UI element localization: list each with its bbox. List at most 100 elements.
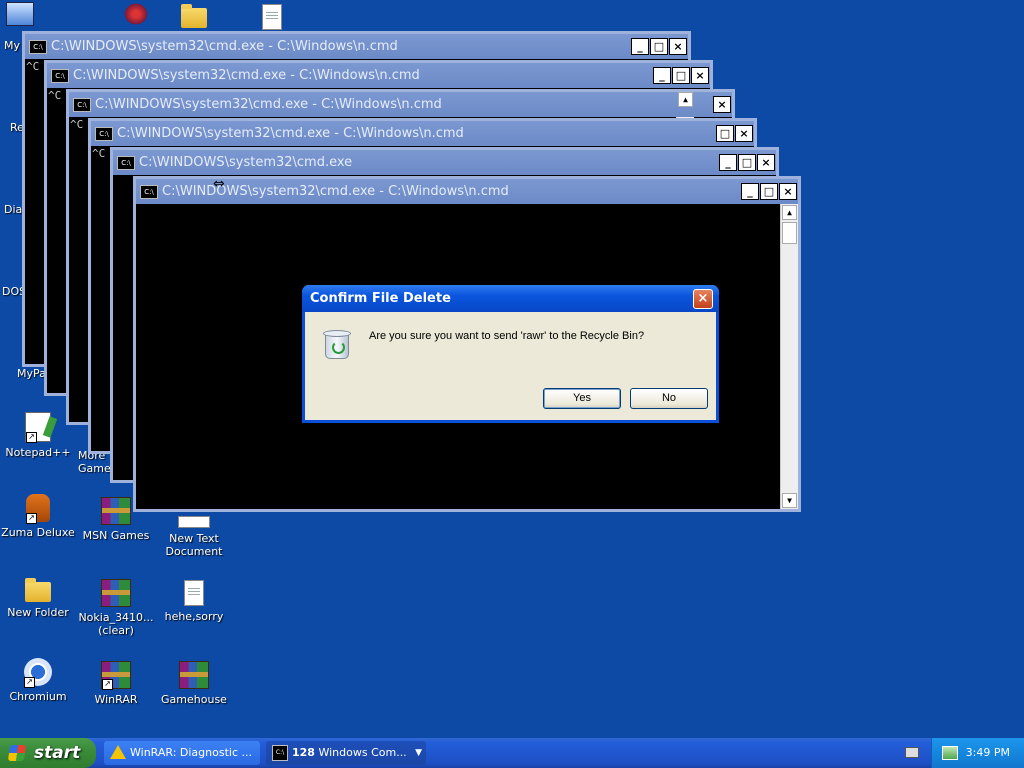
- document-icon: [262, 4, 282, 30]
- maximize-button[interactable]: □: [716, 125, 734, 142]
- text-file-icon: [184, 580, 204, 606]
- close-button[interactable]: ×: [735, 125, 753, 142]
- chromium-icon: ↗: [24, 658, 52, 688]
- cmd-titlebar[interactable]: C:\ C:\WINDOWS\system32\cmd.exe - C:\Win…: [91, 121, 754, 146]
- folder-icon: [25, 578, 51, 602]
- cmd-icon: C:\: [140, 185, 158, 199]
- confirm-file-delete-dialog[interactable]: Confirm File Delete × Are you sure you w…: [302, 285, 719, 423]
- cmd-icon: C:\: [51, 69, 69, 83]
- resize-cursor-icon: ⇔: [213, 176, 225, 192]
- desktop-icon-label: MSN Games: [82, 529, 150, 542]
- winrar-archive-icon: [101, 579, 131, 607]
- chevron-down-icon: ▼: [415, 748, 422, 758]
- winrar-archive-icon: [101, 497, 131, 525]
- close-button[interactable]: ×: [779, 183, 797, 200]
- desktop-icon-nokia[interactable]: Nokia_3410... (clear): [78, 576, 154, 637]
- shortcut-arrow-icon: ↗: [26, 432, 37, 443]
- desktop-icon-label: Gamehouse: [161, 693, 227, 706]
- cmd-titlebar[interactable]: C:\ C:\WINDOWS\system32\cmd.exe - C:\Win…: [69, 92, 732, 117]
- desktop-icon-chromium[interactable]: ↗ Chromium: [0, 658, 76, 703]
- shortcut-arrow-icon: ↗: [26, 513, 37, 524]
- taskbar: start WinRAR: Diagnostic ... C:\ 128 Win…: [0, 738, 1024, 768]
- cmd-titlebar[interactable]: C:\ C:\WINDOWS\system32\cmd.exe - C:\Win…: [47, 63, 710, 88]
- desktop-icon-label: WinRAR: [94, 693, 138, 706]
- zuma-icon: ↗: [26, 494, 50, 524]
- cmd-window-title: C:\WINDOWS\system32\cmd.exe - C:\Windows…: [117, 126, 464, 141]
- scrollbar[interactable]: ▲ ▼: [780, 204, 798, 509]
- taskbar-button-label: WinRAR: Diagnostic ...: [130, 746, 252, 759]
- clock[interactable]: 3:49 PM: [966, 738, 1010, 768]
- desktop-icon-winrar[interactable]: ↗ WinRAR: [78, 658, 154, 706]
- desktop-icon-notepadpp[interactable]: ↗ Notepad++: [0, 412, 76, 459]
- dialog-close-button[interactable]: ×: [693, 289, 713, 309]
- cmd-icon: C:\: [272, 745, 288, 761]
- taskbar-button-cmd-group[interactable]: C:\ 128 Windows Com... ▼: [266, 741, 426, 765]
- desktop-icon-new-folder[interactable]: New Folder: [0, 576, 76, 619]
- shortcut-arrow-icon: ↗: [24, 677, 35, 688]
- start-label: start: [34, 743, 81, 763]
- desktop-icon-zuma[interactable]: ↗ Zuma Deluxe: [0, 494, 76, 539]
- dialog-titlebar[interactable]: Confirm File Delete ×: [302, 285, 719, 312]
- cmd-icon: C:\: [73, 98, 91, 112]
- scroll-down-arrow-icon[interactable]: ▼: [782, 493, 797, 508]
- desktop-label-partial[interactable]: DOS: [2, 285, 26, 298]
- scroll-thumb[interactable]: [782, 222, 797, 244]
- app-icon: [123, 2, 149, 26]
- maximize-button[interactable]: □: [672, 67, 690, 84]
- maximize-button[interactable]: □: [738, 154, 756, 171]
- desktop-icon-top-4[interactable]: [234, 0, 310, 34]
- cmd-icon: C:\: [95, 127, 113, 141]
- maximize-button[interactable]: □: [650, 38, 668, 55]
- warning-icon: [110, 745, 126, 759]
- cmd-icon: C:\: [117, 156, 135, 170]
- desktop-icon-label: hehe,sorry: [164, 610, 224, 623]
- shortcut-arrow-icon: ↗: [102, 679, 113, 690]
- taskbar-button-label: Windows Com...: [318, 746, 407, 759]
- minimize-button[interactable]: _: [653, 67, 671, 84]
- desktop-label-partial[interactable]: My: [4, 39, 24, 52]
- cmd-titlebar[interactable]: C:\ C:\WINDOWS\system32\cmd.exe _ □ ×: [113, 150, 776, 175]
- yes-button[interactable]: Yes: [543, 388, 621, 409]
- cmd-window-title: C:\WINDOWS\system32\cmd.exe - C:\Windows…: [73, 68, 420, 83]
- desktop-icon-my-computer-partial[interactable]: [0, 2, 40, 30]
- desktop-icon-label: Nokia_3410... (clear): [78, 611, 154, 637]
- desktop-icon-top-3[interactable]: [156, 2, 232, 32]
- dialog-message: Are you sure you want to send 'rawr' to …: [369, 330, 645, 342]
- taskbar-group-count: 128: [292, 746, 315, 759]
- dialog-title: Confirm File Delete: [310, 291, 451, 306]
- windows-logo-icon: [7, 745, 27, 761]
- close-button[interactable]: ×: [757, 154, 775, 171]
- minimize-button[interactable]: _: [741, 183, 759, 200]
- start-button[interactable]: start: [0, 738, 96, 768]
- minimize-button[interactable]: _: [719, 154, 737, 171]
- recycle-bin-icon: [321, 327, 351, 359]
- network-icon[interactable]: [942, 746, 958, 760]
- winrar-icon: ↗: [101, 661, 131, 690]
- cmd-window-title: C:\WINDOWS\system32\cmd.exe - C:\Windows…: [95, 97, 442, 112]
- close-button[interactable]: ×: [691, 67, 709, 84]
- close-button[interactable]: ×: [669, 38, 687, 55]
- cmd-titlebar[interactable]: C:\ C:\WINDOWS\system32\cmd.exe - C:\Win…: [25, 34, 688, 59]
- taskbar-button-winrar[interactable]: WinRAR: Diagnostic ...: [104, 741, 260, 765]
- winrar-archive-icon: [179, 661, 209, 689]
- maximize-button[interactable]: □: [760, 183, 778, 200]
- desktop-icon-hehe-sorry[interactable]: hehe,sorry: [156, 576, 232, 623]
- cmd-window-title: C:\WINDOWS\system32\cmd.exe - C:\Windows…: [51, 39, 398, 54]
- minimize-button[interactable]: _: [631, 38, 649, 55]
- system-tray: 3:49 PM: [931, 738, 1024, 768]
- desktop-icon-label: Notepad++: [5, 446, 71, 459]
- close-button[interactable]: ×: [713, 96, 731, 113]
- notepadpp-icon: ↗: [25, 412, 51, 443]
- cmd-window-title: C:\WINDOWS\system32\cmd.exe: [139, 155, 353, 170]
- keyboard-icon[interactable]: [905, 747, 919, 758]
- cmd-titlebar[interactable]: C:\ C:\WINDOWS\system32\cmd.exe - C:\Win…: [136, 179, 798, 204]
- desktop-icon-label: Chromium: [9, 690, 67, 703]
- desktop-icon-label: New Folder: [7, 606, 69, 619]
- text-file-icon: [178, 516, 210, 528]
- desktop-label-partial[interactable]: Dia: [4, 203, 24, 216]
- no-button[interactable]: No: [630, 388, 708, 409]
- desktop-icon-gamehouse[interactable]: Gamehouse: [156, 658, 232, 706]
- scroll-up-arrow-icon[interactable]: ▲: [678, 92, 693, 107]
- scroll-up-arrow-icon[interactable]: ▲: [782, 205, 797, 220]
- desktop-icon-label: Zuma Deluxe: [1, 526, 75, 539]
